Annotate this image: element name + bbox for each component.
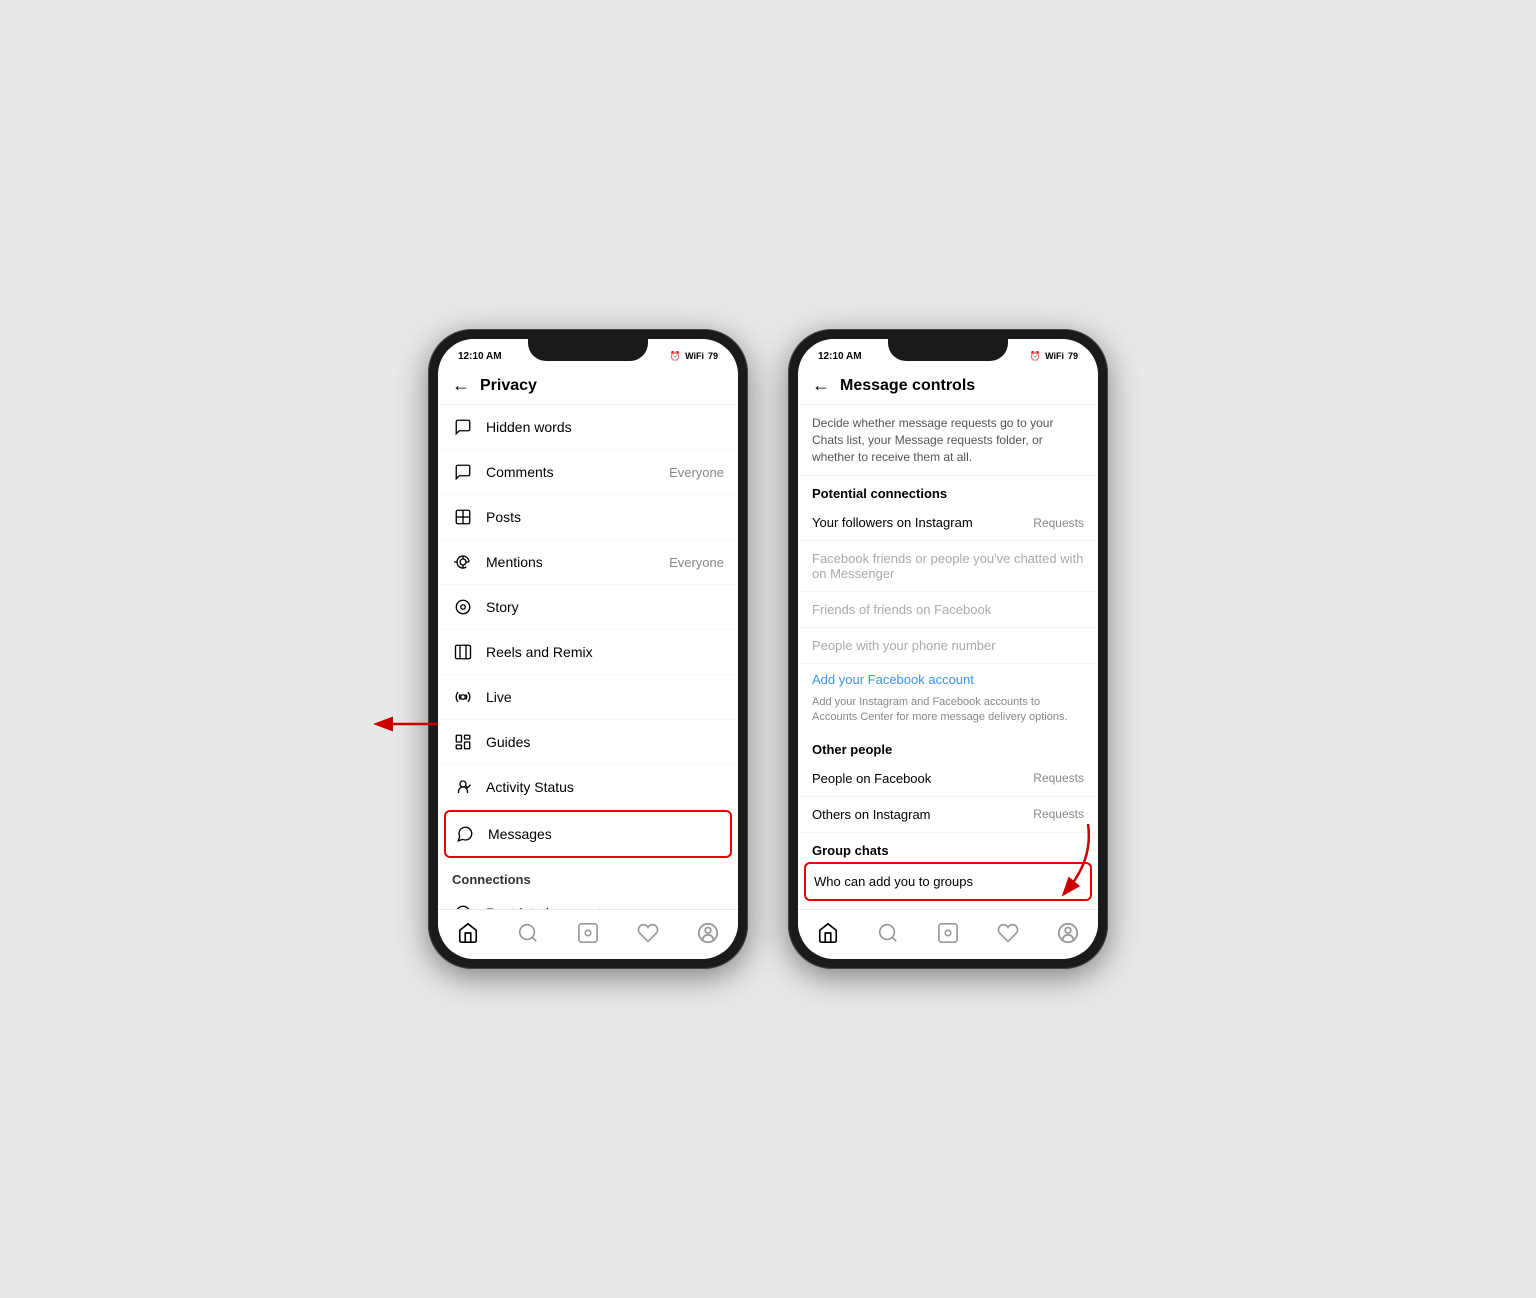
- guides-icon: [452, 731, 474, 753]
- others-ig-label: Others on Instagram: [812, 807, 1033, 822]
- setting-people-fb[interactable]: People on Facebook Requests: [798, 761, 1098, 797]
- nav-reels-left[interactable]: [568, 915, 608, 951]
- add-facebook-link[interactable]: Add your Facebook account: [798, 664, 1098, 695]
- menu-item-messages[interactable]: Messages: [444, 810, 732, 858]
- other-people-title: Other people: [798, 732, 1098, 761]
- nav-profile-right[interactable]: [1048, 915, 1088, 951]
- mentions-icon: [452, 551, 474, 573]
- arrow-who-can-add: [1038, 819, 1098, 899]
- menu-item-posts[interactable]: Posts: [438, 495, 738, 540]
- description-block: Decide whether message requests go to yo…: [798, 405, 1098, 476]
- alarm-icon: ⏰: [670, 351, 681, 362]
- menu-item-activity[interactable]: Activity Status: [438, 765, 738, 810]
- arrow-messages: [368, 709, 448, 739]
- story-icon: [452, 596, 474, 618]
- alarm-icon-right: ⏰: [1030, 351, 1041, 362]
- wifi-icon-right: WiFi: [1045, 351, 1064, 361]
- menu-item-live[interactable]: Live: [438, 675, 738, 720]
- messages-label: Messages: [488, 826, 722, 842]
- menu-item-story[interactable]: Story: [438, 585, 738, 630]
- hidden-words-icon: [452, 416, 474, 438]
- posts-icon: [452, 506, 474, 528]
- guides-label: Guides: [486, 734, 724, 750]
- followers-ig-value: Requests: [1033, 516, 1084, 530]
- nav-home-right[interactable]: [808, 915, 848, 951]
- nav-search-right[interactable]: [868, 915, 908, 951]
- time-right: 12:10 AM: [818, 351, 862, 362]
- nav-search-left[interactable]: [508, 915, 548, 951]
- followers-ig-label: Your followers on Instagram: [812, 515, 1033, 530]
- notch-right: [888, 339, 1008, 361]
- nav-profile-left[interactable]: [688, 915, 728, 951]
- reels-label: Reels and Remix: [486, 644, 724, 660]
- nav-heart-left[interactable]: [628, 915, 668, 951]
- activity-icon: [452, 776, 474, 798]
- nav-reels-right[interactable]: [928, 915, 968, 951]
- status-icons-left: ⏰ WiFi 79: [670, 351, 718, 362]
- connections-header: Connections: [438, 858, 738, 891]
- wifi-icon: WiFi: [685, 351, 704, 361]
- back-button-right[interactable]: ←: [812, 375, 830, 396]
- story-label: Story: [486, 599, 724, 615]
- menu-item-restricted[interactable]: Restricted accounts: [438, 891, 738, 909]
- comments-value: Everyone: [669, 465, 724, 480]
- setting-phone-number[interactable]: People with your phone number: [798, 628, 1098, 664]
- nav-header-left: ← Privacy: [438, 367, 738, 405]
- time-left: 12:10 AM: [458, 351, 502, 362]
- nav-home-left[interactable]: [448, 915, 488, 951]
- notch: [528, 339, 648, 361]
- messages-icon: [454, 823, 476, 845]
- battery-icon-right: 79: [1068, 351, 1078, 361]
- setting-friends-of-friends[interactable]: Friends of friends on Facebook: [798, 592, 1098, 628]
- setting-followers-ig[interactable]: Your followers on Instagram Requests: [798, 505, 1098, 541]
- menu-item-comments[interactable]: Comments Everyone: [438, 450, 738, 495]
- comments-label: Comments: [486, 464, 669, 480]
- status-icons-right: ⏰ WiFi 79: [1030, 351, 1078, 362]
- bottom-nav-right: [798, 909, 1098, 959]
- mentions-value: Everyone: [669, 555, 724, 570]
- setting-fb-friends[interactable]: Facebook friends or people you've chatte…: [798, 541, 1098, 592]
- description-text: Decide whether message requests go to yo…: [812, 416, 1053, 464]
- add-facebook-desc: Add your Instagram and Facebook accounts…: [798, 695, 1098, 732]
- live-icon: [452, 686, 474, 708]
- nav-heart-right[interactable]: [988, 915, 1028, 951]
- page-title-left: Privacy: [480, 377, 537, 395]
- footer-note: Not all messages are requests: accounts …: [798, 901, 1098, 909]
- friends-of-friends-label: Friends of friends on Facebook: [812, 602, 1084, 617]
- restricted-icon: [452, 902, 474, 909]
- people-fb-value: Requests: [1033, 771, 1084, 785]
- page-title-right: Message controls: [840, 377, 975, 395]
- left-phone: 12:10 AM ⏰ WiFi 79 ← Privacy: [428, 329, 748, 969]
- phone-number-label: People with your phone number: [812, 638, 1084, 653]
- comments-icon: [452, 461, 474, 483]
- potential-connections-title: Potential connections: [798, 476, 1098, 505]
- reels-icon: [452, 641, 474, 663]
- menu-item-guides[interactable]: Guides: [438, 720, 738, 765]
- people-fb-label: People on Facebook: [812, 771, 1033, 786]
- mentions-label: Mentions: [486, 554, 669, 570]
- scroll-area-left: Hidden words Comments Everyone: [438, 405, 738, 909]
- fb-friends-label: Facebook friends or people you've chatte…: [812, 551, 1084, 581]
- menu-item-mentions[interactable]: Mentions Everyone: [438, 540, 738, 585]
- battery-icon: 79: [708, 351, 718, 361]
- live-label: Live: [486, 689, 724, 705]
- posts-label: Posts: [486, 509, 724, 525]
- nav-header-right: ← Message controls: [798, 367, 1098, 405]
- hidden-words-label: Hidden words: [486, 419, 724, 435]
- menu-item-reels[interactable]: Reels and Remix: [438, 630, 738, 675]
- bottom-nav-left: [438, 909, 738, 959]
- back-button-left[interactable]: ←: [452, 375, 470, 396]
- menu-item-hidden-words[interactable]: Hidden words: [438, 405, 738, 450]
- activity-label: Activity Status: [486, 779, 724, 795]
